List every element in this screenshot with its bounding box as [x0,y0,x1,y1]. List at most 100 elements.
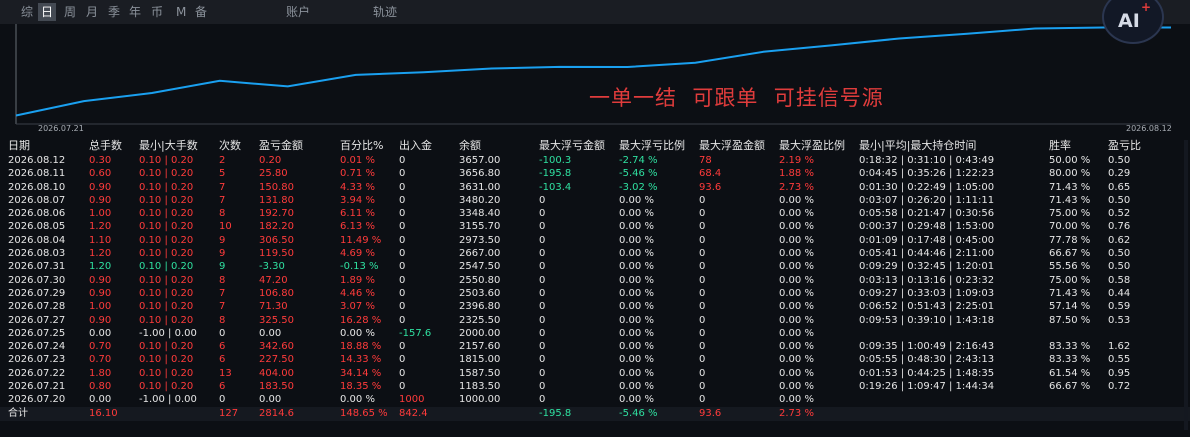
table-row[interactable]: 2026.07.20 0.00 -1.00 | 0.00 0 0.00 0.00 % 100… [0,393,1190,406]
table-row[interactable]: 2026.08.10 0.90 0.10 | 0.20 7 150.80 4.33 % 0 3… [0,181,1190,194]
cell-deposit-withdraw: 0 [399,314,406,326]
cell-max-float-loss-pct: 0.00 % [619,221,654,233]
tab-account[interactable]: 账户 [286,3,310,21]
cell-max-float-loss-pct: -5.46 % [619,407,658,419]
cell-pnl-amount: 404.00 [259,367,294,379]
cell-pnl-percent: 34.14 % [340,367,382,379]
cell-max-float-profit: 0 [699,367,706,379]
table-row[interactable]: 2026.07.30 0.90 0.10 | 0.20 8 47.20 1.89 % 0 25… [0,274,1190,287]
header-max-float-loss: 最大浮亏金额 [539,139,605,152]
cell-max-float-loss-pct: 0.00 % [619,248,654,260]
cell-max-float-profit-pct: 0.00 % [779,248,814,260]
cell-hold-time: 0:05:41 | 0:44:46 | 2:11:00 [859,248,995,260]
table-row[interactable]: 2026.08.07 0.90 0.10 | 0.20 7 131.80 3.94 % 0 3… [0,194,1190,207]
cell-max-float-profit: 0 [699,314,706,326]
cell-balance: 3155.70 [459,221,501,233]
tab-quarterly[interactable]: 季 [108,3,120,21]
header-max-float-profit-pct: 最大浮盈比例 [779,139,845,152]
table-row[interactable]: 2026.07.28 1.00 0.10 | 0.20 7 71.30 3.07 % 0 23… [0,300,1190,313]
cell-deposit-withdraw: 842.4 [399,407,428,419]
cell-max-float-loss-pct: 0.00 % [619,208,654,220]
cell-win-rate: 71.43 % [1049,194,1091,206]
cell-max-float-profit: 0 [699,194,706,206]
tab-daily[interactable]: 日 [38,3,57,21]
table-row[interactable]: 2026.07.27 0.90 0.10 | 0.20 8 325.50 16.28 % 0… [0,314,1190,327]
cell-min-max-lots: 0.10 | 0.20 [139,208,194,220]
cell-max-float-profit-pct: 0.00 % [779,234,814,246]
cell-min-max-lots: 0.10 | 0.20 [139,181,194,193]
cell-pl-ratio: 0.58 [1108,274,1131,286]
table-row[interactable]: 2026.07.22 1.80 0.10 | 0.20 13 404.00 34.14 %… [0,367,1190,380]
table-total-row: 合计 16.10 127 2814.6 148.65 % 842.4 -195.8 -5.46… [0,406,1190,421]
tab-monthly[interactable]: 月 [86,3,98,21]
table-row[interactable]: 2026.08.12 0.30 0.10 | 0.20 2 0.20 0.01 % 0 365… [0,154,1190,167]
cell-min-max-lots: -1.00 | 0.00 [139,394,197,406]
cell-date: 2026.07.28 [8,301,66,313]
cell-max-float-loss-pct: 0.00 % [619,367,654,379]
cell-date: 2026.08.05 [8,221,66,233]
tab-weekly[interactable]: 周 [64,3,76,21]
cell-max-float-loss-pct: 0.00 % [619,301,654,313]
cell-max-float-loss: 0 [539,381,546,393]
cell-pnl-percent: 3.07 % [340,301,375,313]
table-row[interactable]: 2026.08.11 0.60 0.10 | 0.20 5 25.80 0.71 % 0 36… [0,167,1190,180]
cell-hold-time: 0:09:29 | 0:32:45 | 1:20:01 [859,261,995,273]
tab-notes[interactable]: 备 [195,3,207,21]
cell-deposit-withdraw: 0 [399,194,406,206]
cell-min-max-lots: 0.10 | 0.20 [139,248,194,260]
cell-hold-time: 0:18:32 | 0:31:10 | 0:43:49 [859,155,995,166]
cell-total-lots: 1.20 [89,248,112,260]
tab-m[interactable]: M [176,3,186,21]
cell-hold-time: 0:03:07 | 0:26:20 | 1:11:11 [859,194,995,206]
cell-pnl-percent: 6.13 % [340,221,375,233]
cell-trades: 13 [219,367,232,379]
cell-win-rate: 66.67 % [1049,248,1091,260]
cell-pnl-percent: 0.00 % [340,327,375,339]
promo-text: 一单一结 可跟单 可挂信号源 [589,86,884,110]
table-row[interactable]: 2026.07.29 0.90 0.10 | 0.20 7 106.80 4.46 % 0 2… [0,287,1190,300]
table-row[interactable]: 2026.08.03 1.20 0.10 | 0.20 9 119.50 4.69 % 0 2… [0,247,1190,260]
header-deposit-withdraw: 出入金 [399,139,432,152]
table-row[interactable]: 2026.08.06 1.00 0.10 | 0.20 8 192.70 6.11 % 0 3… [0,207,1190,220]
cell-min-max-lots: 0.10 | 0.20 [139,287,194,299]
cell-total-lots: 0.70 [89,341,112,353]
table-row[interactable]: 2026.08.05 1.20 0.10 | 0.20 10 182.20 6.13 % 0… [0,220,1190,233]
cell-win-rate: 83.33 % [1049,341,1091,353]
cell-deposit-withdraw: 0 [399,248,406,260]
cell-max-float-profit-pct: 0.00 % [779,354,814,366]
tab-trajectory[interactable]: 轨迹 [373,3,397,21]
cell-date: 2026.08.04 [8,234,66,246]
table-row[interactable]: 2026.07.24 0.70 0.10 | 0.20 6 342.60 18.88 % 0… [0,340,1190,353]
cell-max-float-loss: -195.8 [539,168,572,180]
cell-balance: 3348.40 [459,208,501,220]
cell-pl-ratio: 0.65 [1108,181,1131,193]
cell-date: 2026.08.03 [8,248,66,260]
cell-pnl-percent: 148.65 % [340,407,388,419]
table-row[interactable]: 2026.08.04 1.10 0.10 | 0.20 9 306.50 11.49 % 0… [0,234,1190,247]
cell-balance: 2157.60 [459,341,501,353]
cell-max-float-profit: 0 [699,261,706,273]
cell-win-rate: 87.50 % [1049,314,1091,326]
table-row[interactable]: 2026.07.21 0.80 0.10 | 0.20 6 183.50 18.35 % 0… [0,380,1190,393]
cell-pnl-amount: 342.60 [259,341,294,353]
table-row[interactable]: 2026.07.31 1.20 0.10 | 0.20 9 -3.30 -0.13 % 0 2… [0,260,1190,273]
tab-currency[interactable]: 币 [151,3,163,21]
cell-max-float-loss-pct: 0.00 % [619,381,654,393]
cell-total-lots: 16.10 [89,407,118,419]
table-scrollbar[interactable] [1184,140,1188,430]
table-row[interactable]: 2026.07.25 0.00 -1.00 | 0.00 0 0.00 0.00 % -15… [0,327,1190,340]
tab-summary[interactable]: 综 [21,3,33,21]
header-min-max-lots: 最小|大手数 [139,139,198,152]
tab-yearly[interactable]: 年 [129,3,141,21]
cell-pnl-amount: 131.80 [259,194,294,206]
ai-logo-text: AI [1118,10,1140,32]
cell-total-lots: 0.30 [89,155,112,166]
cell-max-float-profit: 0 [699,381,706,393]
table-row[interactable]: 2026.07.23 0.70 0.10 | 0.20 6 227.50 14.33 % 0… [0,353,1190,366]
cell-hold-time: 0:05:58 | 0:21:47 | 0:30:56 [859,208,995,220]
header-trades: 次数 [219,139,241,152]
cell-hold-time: 0:03:13 | 0:13:16 | 0:23:32 [859,274,995,286]
cell-date: 2026.07.30 [8,274,66,286]
cell-hold-time: 0:01:09 | 0:17:48 | 0:45:00 [859,234,995,246]
cell-hold-time: 0:01:30 | 0:22:49 | 1:05:00 [859,181,995,193]
